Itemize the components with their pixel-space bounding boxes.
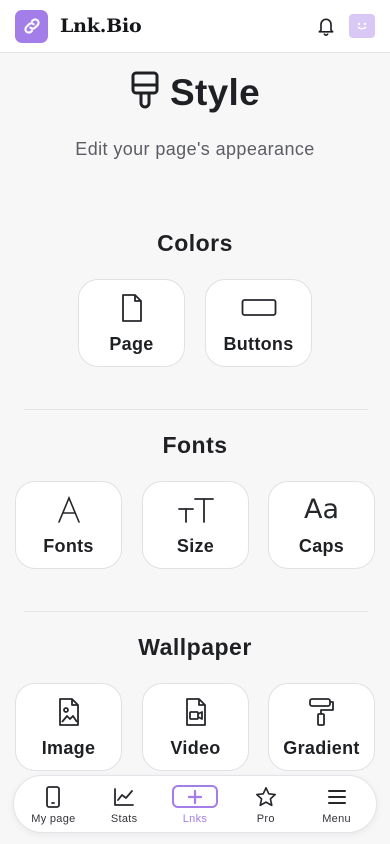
chat-avatar-icon[interactable] <box>349 14 375 38</box>
star-icon <box>255 784 277 810</box>
button-outline-icon <box>241 292 277 324</box>
caps-icon: Aa <box>304 494 339 526</box>
card-label: Gradient <box>283 738 360 758</box>
caps-button[interactable]: Aa Caps <box>268 481 375 569</box>
nav-label: Lnks <box>182 812 208 825</box>
nav-label: My page <box>31 812 76 825</box>
size-button[interactable]: Size <box>142 481 249 569</box>
card-label: Caps <box>298 536 345 556</box>
plus-icon <box>171 785 218 808</box>
video-file-icon <box>184 696 208 728</box>
page-header: Style <box>0 70 390 115</box>
text-size-icon <box>177 494 215 526</box>
page-subtitle: Edit your page's appearance <box>75 139 315 159</box>
section-title-fonts: Fonts <box>162 432 228 458</box>
card-label: Image <box>41 738 96 758</box>
buttons-color-button[interactable]: Buttons <box>205 279 312 367</box>
nav-label: Pro <box>256 812 275 825</box>
brand-name[interactable]: Lnk.Bio <box>60 15 142 37</box>
phone-icon <box>45 784 61 810</box>
card-label: Size <box>176 536 215 556</box>
bottom-nav: My page Stats Lnks Pro Menu <box>13 775 377 833</box>
page-icon <box>120 292 144 324</box>
section-title-wallpaper: Wallpaper <box>138 634 252 660</box>
page-title: Style <box>170 71 260 113</box>
menu-icon <box>327 784 347 810</box>
nav-menu[interactable]: Menu <box>302 784 372 825</box>
section-divider <box>24 611 368 612</box>
bell-icon[interactable] <box>313 13 339 39</box>
card-label: Buttons <box>223 334 294 354</box>
video-wallpaper-button[interactable]: Video <box>142 683 249 771</box>
fonts-button[interactable]: Fonts <box>15 481 122 569</box>
card-label: Fonts <box>43 536 94 556</box>
logo-link-icon[interactable] <box>15 9 48 43</box>
section-title-colors: Colors <box>157 230 233 256</box>
caps-glyph: Aa <box>303 494 339 525</box>
paint-brush-icon <box>130 70 160 115</box>
nav-stats[interactable]: Stats <box>89 784 159 825</box>
page-color-button[interactable]: Page <box>78 279 185 367</box>
nav-label: Stats <box>110 812 138 825</box>
card-label: Video <box>170 738 221 758</box>
top-bar: Lnk.Bio <box>0 0 390 53</box>
chart-icon <box>113 784 135 810</box>
paint-roller-icon <box>308 696 336 728</box>
font-a-icon <box>56 494 82 526</box>
nav-label: Menu <box>322 812 351 825</box>
nav-lnks[interactable]: Lnks <box>160 784 230 825</box>
nav-my-page[interactable]: My page <box>18 784 88 825</box>
section-divider <box>24 409 368 410</box>
card-label: Page <box>109 334 154 354</box>
nav-pro[interactable]: Pro <box>231 784 301 825</box>
image-wallpaper-button[interactable]: Image <box>15 683 122 771</box>
gradient-wallpaper-button[interactable]: Gradient <box>268 683 375 771</box>
image-file-icon <box>57 696 81 728</box>
